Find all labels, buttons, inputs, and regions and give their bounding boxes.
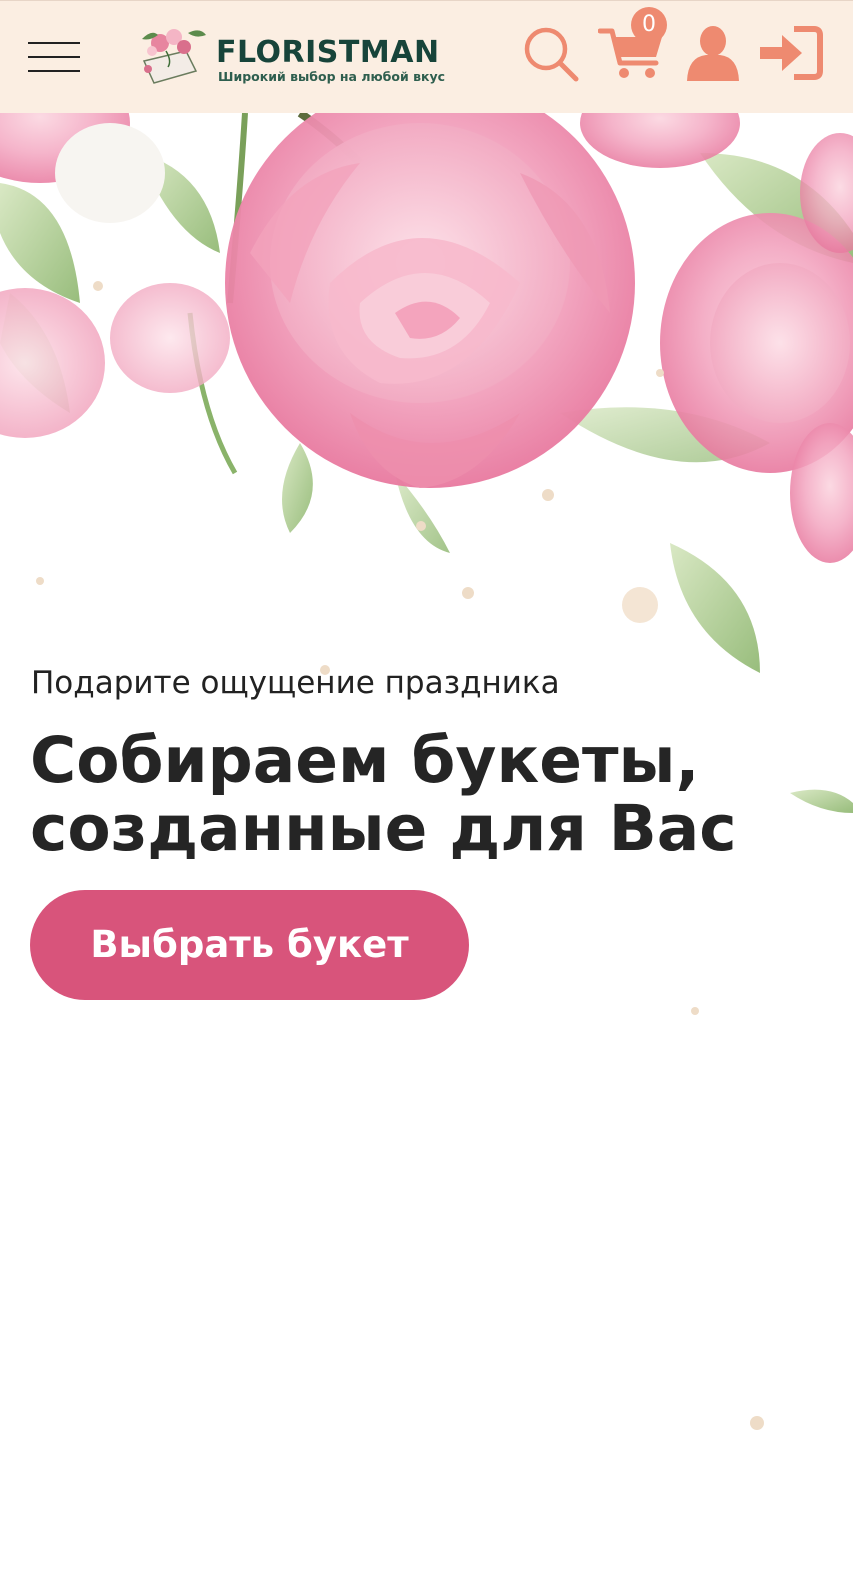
hamburger-menu-button[interactable] bbox=[28, 39, 80, 75]
hero-title: Собираем букеты, созданные для Вас bbox=[30, 727, 830, 863]
hero-title-line-2: созданные для Вас bbox=[30, 792, 737, 865]
user-icon[interactable] bbox=[684, 25, 742, 81]
menu-line bbox=[28, 56, 80, 58]
logo-tagline: Широкий выбор на любой вкус bbox=[218, 69, 446, 84]
cart-count-badge: 0 bbox=[631, 7, 667, 43]
bouquet-logo-icon bbox=[142, 29, 206, 84]
menu-line bbox=[28, 42, 80, 44]
site-header: FLORISTMAN Широкий выбор на любой вкус 0 bbox=[0, 0, 853, 113]
logo-name: FLORISTMAN bbox=[216, 35, 440, 70]
page: FLORISTMAN Широкий выбор на любой вкус 0… bbox=[0, 0, 853, 1577]
search-icon[interactable] bbox=[522, 25, 580, 83]
hero-title-line-1: Собираем букеты, bbox=[30, 724, 700, 797]
hero-subtitle: Подарите ощущение праздника bbox=[31, 665, 560, 701]
login-icon[interactable] bbox=[758, 25, 824, 81]
menu-line bbox=[28, 70, 80, 72]
site-logo-link[interactable]: FLORISTMAN Широкий выбор на любой вкус bbox=[138, 21, 478, 89]
choose-bouquet-button[interactable]: Выбрать букет bbox=[30, 890, 469, 1000]
